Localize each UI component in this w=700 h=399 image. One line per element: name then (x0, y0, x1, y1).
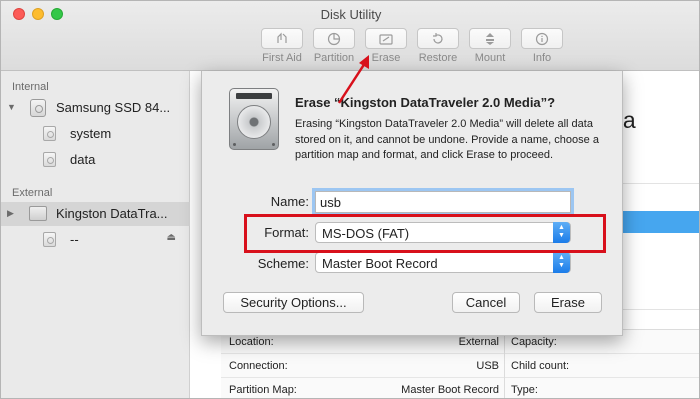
erase-confirm-button[interactable]: Erase (534, 292, 602, 313)
divider (611, 183, 699, 184)
sidebar: Internal ▼ Samsung SSD 84... system data… (1, 71, 190, 398)
sidebar-item-volume[interactable]: -- ⏏ (1, 228, 190, 252)
external-disk-icon (29, 206, 47, 221)
info-value: Master Boot Record (401, 384, 499, 396)
info-key: Child count: (511, 360, 570, 372)
sidebar-item-samsung-ssd[interactable]: ▼ Samsung SSD 84... (1, 96, 190, 120)
info-key: Connection: (229, 360, 288, 372)
table-row: Connection: USB Child count: (221, 354, 699, 378)
volume-icon (43, 126, 56, 141)
eject-icon[interactable]: ⏏ (167, 232, 176, 243)
info-key: Partition Map: (229, 384, 297, 396)
cancel-button[interactable]: Cancel (452, 292, 520, 313)
info-button[interactable]: Info (519, 28, 565, 64)
volume-icon (43, 232, 56, 247)
restore-icon (433, 32, 443, 44)
internal-disk-icon (30, 99, 46, 117)
disk-utility-window: Disk Utility First Aid Partition Erase R… (0, 0, 700, 399)
sidebar-section-external: External (12, 187, 53, 199)
name-label: Name: (270, 194, 309, 209)
chevron-updown-icon: ▲ ▼ (553, 252, 570, 273)
mount-icon (486, 32, 494, 45)
first-aid-button[interactable]: First Aid (259, 28, 305, 64)
info-icon (535, 32, 549, 45)
disclosure-triangle-icon[interactable]: ▼ (7, 102, 16, 112)
erase-icon (379, 33, 393, 45)
info-value: External (458, 336, 499, 348)
partition-icon (327, 32, 341, 45)
sidebar-item-label: -- (70, 232, 79, 247)
sidebar-item-system[interactable]: system (1, 122, 190, 146)
restore-label: Restore (418, 52, 458, 64)
info-table: Location: External Capacity: Connection:… (221, 329, 699, 398)
mount-label: Mount (474, 52, 506, 64)
erase-dialog: Erase “Kingston DataTraveler 2.0 Media”?… (201, 71, 623, 336)
format-highlight-annotation (244, 214, 606, 253)
sidebar-item-kingston[interactable]: ▶ Kingston DataTra... (1, 202, 190, 226)
sidebar-item-label: Kingston DataTra... (56, 206, 168, 221)
disclosure-triangle-icon[interactable]: ▶ (7, 208, 14, 219)
divider (504, 354, 505, 378)
info-key: Capacity: (511, 336, 557, 348)
window-title: Disk Utility (320, 7, 382, 22)
usage-bar (621, 211, 699, 233)
hard-drive-icon (229, 88, 279, 150)
annotation-arrow-icon (337, 55, 369, 104)
security-options-button[interactable]: Security Options... (223, 292, 364, 313)
scheme-value: Master Boot Record (322, 256, 438, 271)
sidebar-item-label: Samsung SSD 84... (56, 100, 171, 115)
dialog-message: Erasing “Kingston DataTraveler 2.0 Media… (295, 118, 599, 161)
info-key: Type: (511, 384, 538, 396)
info-value: USB (476, 360, 499, 372)
divider (504, 378, 505, 398)
table-row: Partition Map: Master Boot Record Type: (221, 378, 699, 398)
volume-icon (43, 152, 56, 167)
scheme-label: Scheme: (257, 256, 309, 271)
name-field[interactable] (315, 191, 571, 213)
restore-button[interactable]: Restore (415, 28, 461, 64)
sidebar-item-data[interactable]: data (1, 148, 190, 172)
info-key: Location: (229, 336, 274, 348)
divider (611, 309, 699, 310)
scheme-popup[interactable]: Master Boot Record ▲ ▼ (315, 252, 571, 273)
info-label: Info (532, 52, 552, 64)
first-aid-icon (277, 32, 287, 43)
sidebar-item-label: system (70, 126, 112, 141)
sidebar-section-internal: Internal (12, 81, 49, 93)
sidebar-item-label: data (70, 152, 96, 167)
mount-button[interactable]: Mount (467, 28, 513, 64)
